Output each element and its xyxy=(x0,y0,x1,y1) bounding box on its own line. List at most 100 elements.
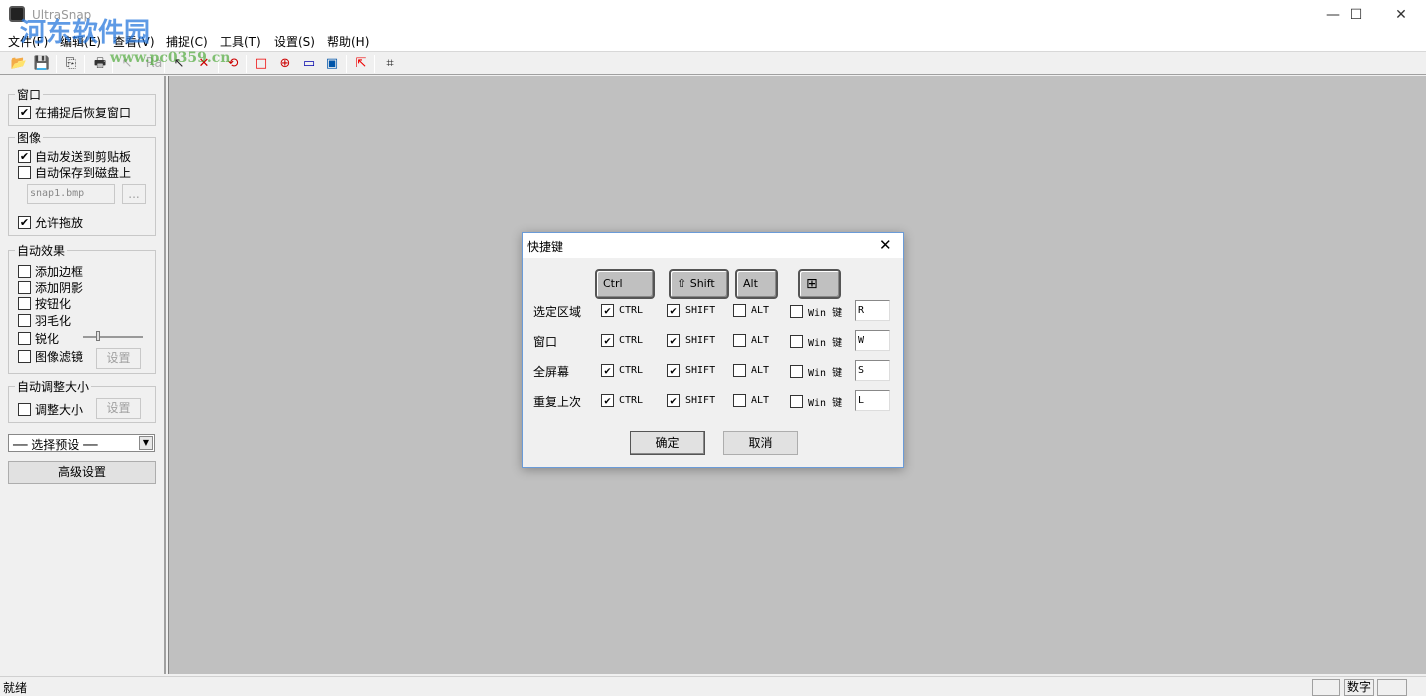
hotkey-input[interactable]: R xyxy=(855,300,890,321)
checkbox[interactable]: ✔ xyxy=(18,106,31,119)
checkbox[interactable]: ✔ xyxy=(667,304,680,317)
effect-checkbox[interactable]: 添加边框 xyxy=(18,263,83,280)
shift-modifier-checkbox[interactable]: ✔ SHIFT xyxy=(667,304,715,317)
clipboard-checkbox[interactable]: ✔ 自动发送到剪贴板 xyxy=(18,148,131,165)
ctrl-modifier-checkbox[interactable]: ✔ CTRL xyxy=(601,304,643,317)
resize-settings-button[interactable]: 设置 xyxy=(96,398,141,419)
browse-button[interactable]: ... xyxy=(122,184,146,204)
checkbox[interactable] xyxy=(18,314,31,327)
checkbox[interactable] xyxy=(18,403,31,416)
advanced-settings-button[interactable]: 高级设置 xyxy=(8,461,156,484)
checkbox[interactable]: ✔ xyxy=(601,394,614,407)
win-modifier-checkbox[interactable]: Win 键 xyxy=(790,334,842,349)
ctrl-keycap: Ctrl xyxy=(595,269,655,299)
shift-modifier-checkbox[interactable]: ✔ SHIFT xyxy=(667,334,715,347)
capture-window-icon[interactable]: ▭ xyxy=(300,55,318,72)
image-group: 图像 ✔ 自动发送到剪贴板 自动保存到磁盘上 snap1.bmp ... ✔ 允许拖… xyxy=(8,129,156,236)
checkbox[interactable]: ✔ xyxy=(18,216,31,229)
checkbox[interactable] xyxy=(18,350,31,363)
resize-checkbox[interactable]: 调整大小 xyxy=(18,401,83,418)
checkbox[interactable] xyxy=(733,394,746,407)
checkbox[interactable] xyxy=(18,297,31,310)
checkbox[interactable] xyxy=(733,364,746,377)
checkbox[interactable] xyxy=(790,395,803,408)
checkbox[interactable]: ✔ xyxy=(601,334,614,347)
ok-button[interactable]: 确定 xyxy=(630,431,705,455)
ctrl-modifier-checkbox[interactable]: ✔ CTRL xyxy=(601,364,643,377)
hotkey-row-label: 全屏幕 xyxy=(533,365,570,379)
zoom-capture-icon[interactable]: ⊕ xyxy=(276,55,294,72)
checkbox[interactable] xyxy=(18,332,31,345)
modifier-label: SHIFT xyxy=(685,365,716,376)
win-modifier-checkbox[interactable]: Win 键 xyxy=(790,394,842,409)
hotkey-input[interactable]: W xyxy=(855,330,890,351)
group-title: 自动调整大小 xyxy=(15,378,92,395)
print-icon[interactable]: 🖶 xyxy=(91,55,109,72)
filename-input[interactable]: snap1.bmp xyxy=(27,184,115,204)
ctrl-modifier-checkbox[interactable]: ✔ CTRL xyxy=(601,394,643,407)
win-modifier-checkbox[interactable]: Win 键 xyxy=(790,304,842,319)
alt-modifier-checkbox[interactable]: ALT xyxy=(733,394,769,407)
ctrl-modifier-checkbox[interactable]: ✔ CTRL xyxy=(601,334,643,347)
filter-settings-button[interactable]: 设置 xyxy=(96,348,141,369)
checkbox[interactable]: ✔ xyxy=(18,150,31,163)
modifier-label: SHIFT xyxy=(685,335,716,346)
effect-checkbox[interactable]: 锐化 xyxy=(18,330,59,347)
checkbox[interactable] xyxy=(790,305,803,318)
alt-modifier-checkbox[interactable]: ALT xyxy=(733,304,769,317)
alt-modifier-checkbox[interactable]: ALT xyxy=(733,334,769,347)
checkbox[interactable]: ✔ xyxy=(667,394,680,407)
checkbox-label: 按钮化 xyxy=(35,297,72,311)
restore-window-checkbox[interactable]: ✔ 在捕捉后恢复窗口 xyxy=(18,104,131,121)
checkbox[interactable] xyxy=(733,304,746,317)
dialog-close-button[interactable]: ✕ xyxy=(879,236,892,254)
checkbox[interactable] xyxy=(790,335,803,348)
checkbox[interactable]: ✔ xyxy=(667,364,680,377)
modifier-label: ALT xyxy=(751,365,770,376)
hotkey-input[interactable]: S xyxy=(855,360,890,381)
cancel-button[interactable]: 取消 xyxy=(723,431,798,455)
checkbox[interactable]: ✔ xyxy=(601,364,614,377)
hotkey-row-label: 窗口 xyxy=(533,335,558,349)
capture-repeat-icon[interactable]: ⇱ xyxy=(352,55,370,72)
effect-checkbox[interactable]: 按钮化 xyxy=(18,295,71,312)
menu-item[interactable]: 工具(T) xyxy=(220,33,261,50)
shift-modifier-checkbox[interactable]: ✔ SHIFT xyxy=(667,394,715,407)
sharpen-slider-track[interactable] xyxy=(83,336,143,338)
save-disk-checkbox[interactable]: 自动保存到磁盘上 xyxy=(18,164,131,181)
toolbar-separator xyxy=(374,55,375,73)
crop-icon[interactable]: ⌗ xyxy=(381,55,399,72)
save-icon[interactable]: 💾 xyxy=(33,55,51,72)
checkbox[interactable]: ✔ xyxy=(601,304,614,317)
modifier-label: CTRL xyxy=(619,395,644,406)
allow-drag-checkbox[interactable]: ✔ 允许拖放 xyxy=(18,214,83,231)
hotkey-input[interactable]: L xyxy=(855,390,890,411)
close-button[interactable]: ✕ xyxy=(1378,0,1424,30)
open-folder-icon[interactable]: 📂 xyxy=(10,55,28,72)
hotkey-row-label: 选定区域 xyxy=(533,305,582,319)
maximize-button[interactable]: ☐ xyxy=(1333,0,1379,30)
checkbox[interactable] xyxy=(18,265,31,278)
checkbox[interactable] xyxy=(18,166,31,179)
capture-region-icon[interactable]: □ xyxy=(252,55,270,72)
window-group: 窗口 ✔ 在捕捉后恢复窗口 xyxy=(8,86,156,126)
checkbox[interactable] xyxy=(733,334,746,347)
copy-icon[interactable]: ⎘ xyxy=(62,55,80,72)
win-modifier-checkbox[interactable]: Win 键 xyxy=(790,364,842,379)
sharpen-slider-thumb[interactable] xyxy=(96,331,100,341)
shift-modifier-checkbox[interactable]: ✔ SHIFT xyxy=(667,364,715,377)
checkbox[interactable] xyxy=(790,365,803,378)
alt-modifier-checkbox[interactable]: ALT xyxy=(733,364,769,377)
effect-checkbox[interactable]: 添加阴影 xyxy=(18,279,83,296)
menu-item[interactable]: 捕捉(C) xyxy=(166,33,208,50)
checkbox[interactable]: ✔ xyxy=(667,334,680,347)
shift-keycap: ⇧ Shift xyxy=(669,269,729,299)
effect-checkbox[interactable]: 羽毛化 xyxy=(18,312,71,329)
menu-item[interactable]: 帮助(H) xyxy=(327,33,369,50)
checkbox[interactable] xyxy=(18,281,31,294)
effect-checkbox[interactable]: 图像滤镜 xyxy=(18,348,83,365)
chevron-down-icon[interactable]: ▼ xyxy=(139,436,153,450)
capture-fullscreen-icon[interactable]: ▣ xyxy=(323,55,341,72)
menu-item[interactable]: 设置(S) xyxy=(274,33,315,50)
preset-select[interactable]: ── 选择预设 ── ▼ xyxy=(8,434,155,452)
